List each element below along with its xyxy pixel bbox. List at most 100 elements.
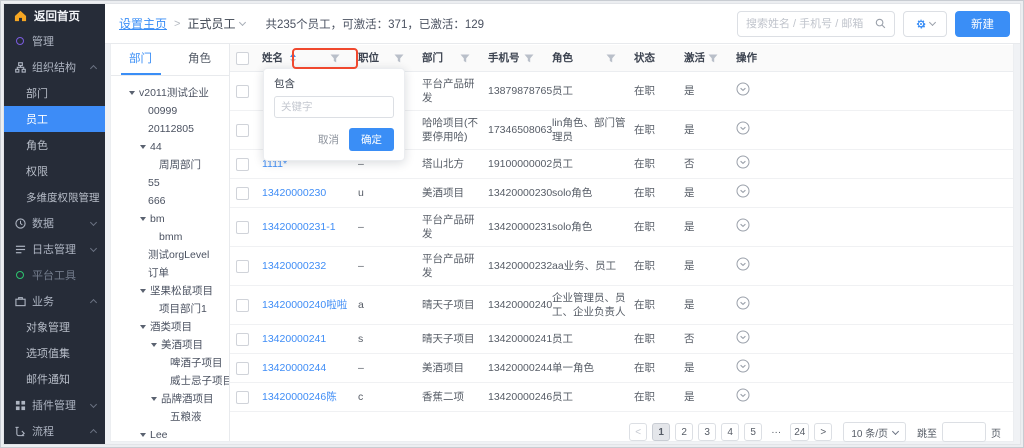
row-checkbox[interactable] — [236, 260, 249, 273]
row-actions-icon[interactable] — [736, 82, 750, 96]
sidebar-item-角色[interactable]: 角色 — [4, 132, 105, 158]
row-checkbox[interactable] — [236, 391, 249, 404]
tree-tab-部门[interactable]: 部门 — [111, 44, 170, 75]
filter-funnel-icon[interactable] — [708, 54, 718, 63]
tree-node[interactable]: 00999 — [111, 102, 229, 120]
employee-name-link[interactable]: 13420000244 — [262, 362, 326, 374]
row-actions-icon[interactable] — [736, 330, 750, 344]
tree-node[interactable]: 55 — [111, 174, 229, 192]
employee-name-link[interactable]: 13420000241 — [262, 333, 326, 345]
tree-node[interactable]: 品牌酒项目 — [111, 390, 229, 408]
sidebar-item-业务[interactable]: 业务 — [4, 288, 105, 314]
tree-node[interactable]: 44 — [111, 138, 229, 156]
create-button[interactable]: 新建 — [955, 11, 1010, 37]
filter-funnel-icon[interactable] — [394, 54, 404, 63]
tree-node[interactable]: 啤酒子项目 — [111, 354, 229, 372]
sidebar-item-数据[interactable]: 数据 — [4, 210, 105, 236]
pagination-page-button[interactable]: 5 — [744, 423, 762, 441]
pagination-page-button[interactable]: 2 — [675, 423, 693, 441]
chevron-down-icon[interactable] — [239, 19, 246, 26]
row-checkbox[interactable] — [236, 362, 249, 375]
filter-confirm-button[interactable]: 确定 — [349, 128, 394, 151]
employee-name-link[interactable]: 13420000246陈 — [262, 391, 337, 403]
tree-node[interactable]: 坚果松鼠项目 — [111, 282, 229, 300]
breadcrumb-current[interactable]: 正式员工 — [187, 15, 235, 32]
tree-node[interactable]: 20112805 — [111, 120, 229, 138]
sidebar-item-日志管理[interactable]: 日志管理 — [4, 236, 105, 262]
tree-expand-icon[interactable] — [140, 217, 146, 221]
tree-node[interactable]: 项目部门1 — [111, 300, 229, 318]
filter-cancel-button[interactable]: 取消 — [318, 132, 339, 147]
page-size-select[interactable]: 10 条/页 — [843, 422, 906, 442]
tree-node[interactable]: 酒类项目 — [111, 318, 229, 336]
employee-name-link[interactable]: 13420000232 — [262, 260, 326, 272]
tree-node[interactable]: 周周部门 — [111, 156, 229, 174]
tree-expand-icon[interactable] — [140, 145, 146, 149]
sidebar-item-平台工具[interactable]: 平台工具 — [4, 262, 105, 288]
sidebar-item-插件管理[interactable]: 插件管理 — [4, 392, 105, 418]
sidebar-item-多维度权限管理[interactable]: 多维度权限管理 — [4, 184, 105, 210]
filter-funnel-icon[interactable] — [330, 54, 340, 63]
tree-expand-icon[interactable] — [140, 433, 146, 437]
row-actions-icon[interactable] — [736, 257, 750, 271]
row-checkbox[interactable] — [236, 333, 249, 346]
search-icon[interactable] — [875, 18, 886, 29]
filter-funnel-icon[interactable] — [606, 54, 616, 63]
tree-expand-icon[interactable] — [129, 91, 135, 95]
pagination-page-button[interactable]: 24 — [790, 423, 809, 441]
employee-name-link[interactable]: 13420000231-1 — [262, 221, 336, 233]
tree-expand-icon[interactable] — [151, 397, 157, 401]
employee-name-link[interactable]: 13420000240啦啦 — [262, 299, 347, 311]
sidebar-home-button[interactable]: 返回首页 — [4, 4, 105, 28]
tree-expand-icon[interactable] — [151, 343, 157, 347]
tree-node[interactable]: 订单 — [111, 264, 229, 282]
sort-icon[interactable] — [290, 53, 296, 63]
row-checkbox[interactable] — [236, 158, 249, 171]
tree-node[interactable]: 五粮液 — [111, 408, 229, 426]
tree-expand-icon[interactable] — [140, 289, 146, 293]
sidebar-item-员工[interactable]: 员工 — [4, 106, 105, 132]
row-actions-icon[interactable] — [736, 359, 750, 373]
row-checkbox[interactable] — [236, 299, 249, 312]
tree-node[interactable]: Lee — [111, 426, 229, 441]
jump-page-input[interactable] — [942, 422, 986, 442]
sidebar-item-组织结构[interactable]: 组织结构 — [4, 54, 105, 80]
sidebar-item-邮件通知[interactable]: 邮件通知 — [4, 366, 105, 392]
tree-node[interactable]: 威士忌子项目 — [111, 372, 229, 390]
filter-keyword-input[interactable] — [274, 96, 394, 118]
row-checkbox[interactable] — [236, 85, 249, 98]
row-actions-icon[interactable] — [736, 296, 750, 310]
row-actions-icon[interactable] — [736, 121, 750, 135]
tree-tab-角色[interactable]: 角色 — [170, 44, 229, 75]
filter-funnel-icon[interactable] — [460, 54, 470, 63]
settings-dropdown-button[interactable] — [903, 11, 947, 37]
pagination-prev-button[interactable]: < — [629, 423, 647, 441]
row-checkbox[interactable] — [236, 187, 249, 200]
row-actions-icon[interactable] — [736, 388, 750, 402]
sidebar-item-选项值集[interactable]: 选项值集 — [4, 340, 105, 366]
filter-funnel-icon[interactable] — [524, 54, 534, 63]
row-checkbox[interactable] — [236, 221, 249, 234]
search-input[interactable] — [746, 18, 875, 30]
pagination-page-button[interactable]: 4 — [721, 423, 739, 441]
sidebar-item-对象管理[interactable]: 对象管理 — [4, 314, 105, 340]
breadcrumb-link[interactable]: 设置主页 — [119, 15, 167, 32]
row-actions-icon[interactable] — [736, 218, 750, 232]
select-all-checkbox[interactable] — [236, 52, 249, 65]
tree-node[interactable]: v2011测试企业 — [111, 84, 229, 102]
sidebar-item-权限[interactable]: 权限 — [4, 158, 105, 184]
row-checkbox[interactable] — [236, 124, 249, 137]
pagination-page-button[interactable]: 3 — [698, 423, 716, 441]
tree-node[interactable]: 测试orgLevel — [111, 246, 229, 264]
pagination-next-button[interactable]: > — [814, 423, 832, 441]
row-actions-icon[interactable] — [736, 155, 750, 169]
tree-node[interactable]: 美酒项目 — [111, 336, 229, 354]
sidebar-item-管理[interactable]: 管理 — [4, 28, 105, 54]
tree-node[interactable]: bm — [111, 210, 229, 228]
pagination-page-button[interactable]: 1 — [652, 423, 670, 441]
tree-expand-icon[interactable] — [140, 325, 146, 329]
row-actions-icon[interactable] — [736, 184, 750, 198]
tree-node[interactable]: 666 — [111, 192, 229, 210]
tree-node[interactable]: bmm — [111, 228, 229, 246]
sidebar-item-部门[interactable]: 部门 — [4, 80, 105, 106]
